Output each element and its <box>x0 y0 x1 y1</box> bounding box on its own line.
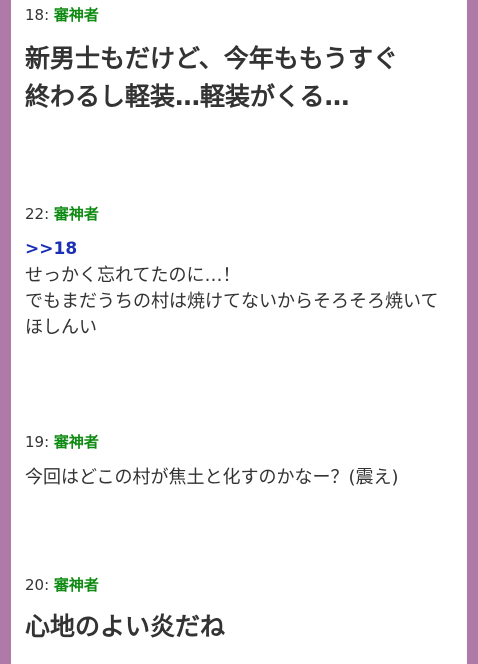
post-body-line: 新男士もだけど、今年ももうすぐ <box>25 44 399 73</box>
post-body-line: でもまだうちの村は焼けてないからそろそろ焼いて <box>25 291 439 312</box>
post-body-line: ほしんい <box>25 317 97 338</box>
post-header: 18: 審神者 <box>25 6 457 24</box>
post-author[interactable]: 審神者 <box>54 6 99 24</box>
post-number: 22: <box>25 205 50 223</box>
post-author[interactable]: 審神者 <box>54 433 99 451</box>
thread-content: 18: 審神者 新男士もだけど、今年ももうすぐ 終わるし軽装…軽装がくる… 22… <box>11 0 467 664</box>
post-body-line: せっかく忘れてたのに…！ <box>25 265 241 286</box>
post-22: 22: 審神者 >>18 せっかく忘れてたのに…！ でもまだうちの村は焼けてない… <box>25 205 457 341</box>
post-number: 19: <box>25 433 50 451</box>
reply-anchor-link[interactable]: >>18 <box>25 237 457 261</box>
post-18: 18: 審神者 新男士もだけど、今年ももうすぐ 終わるし軽装…軽装がくる… <box>25 6 457 116</box>
post-number: 18: <box>25 6 50 24</box>
post-author[interactable]: 審神者 <box>54 205 99 223</box>
post-header: 22: 審神者 <box>25 205 457 223</box>
post-author[interactable]: 審神者 <box>54 576 99 594</box>
post-header: 19: 審神者 <box>25 433 457 451</box>
post-body: 今回はどこの村が焦土と化すのかなー？(震え) <box>25 465 457 491</box>
post-header: 20: 審神者 <box>25 576 457 594</box>
post-20: 20: 審神者 心地のよい炎だね <box>25 576 457 646</box>
post-19: 19: 審神者 今回はどこの村が焦土と化すのかなー？(震え) <box>25 433 457 491</box>
post-body-line: 今回はどこの村が焦土と化すのかなー？(震え) <box>25 467 399 488</box>
post-body: せっかく忘れてたのに…！ でもまだうちの村は焼けてないからそろそろ焼いて ほしん… <box>25 263 457 341</box>
post-body: 心地のよい炎だね <box>25 608 457 646</box>
post-number: 20: <box>25 576 50 594</box>
post-body-line: 終わるし軽装…軽装がくる… <box>25 82 350 111</box>
post-body-line: 心地のよい炎だね <box>25 612 226 641</box>
post-body: 新男士もだけど、今年ももうすぐ 終わるし軽装…軽装がくる… <box>25 40 457 116</box>
